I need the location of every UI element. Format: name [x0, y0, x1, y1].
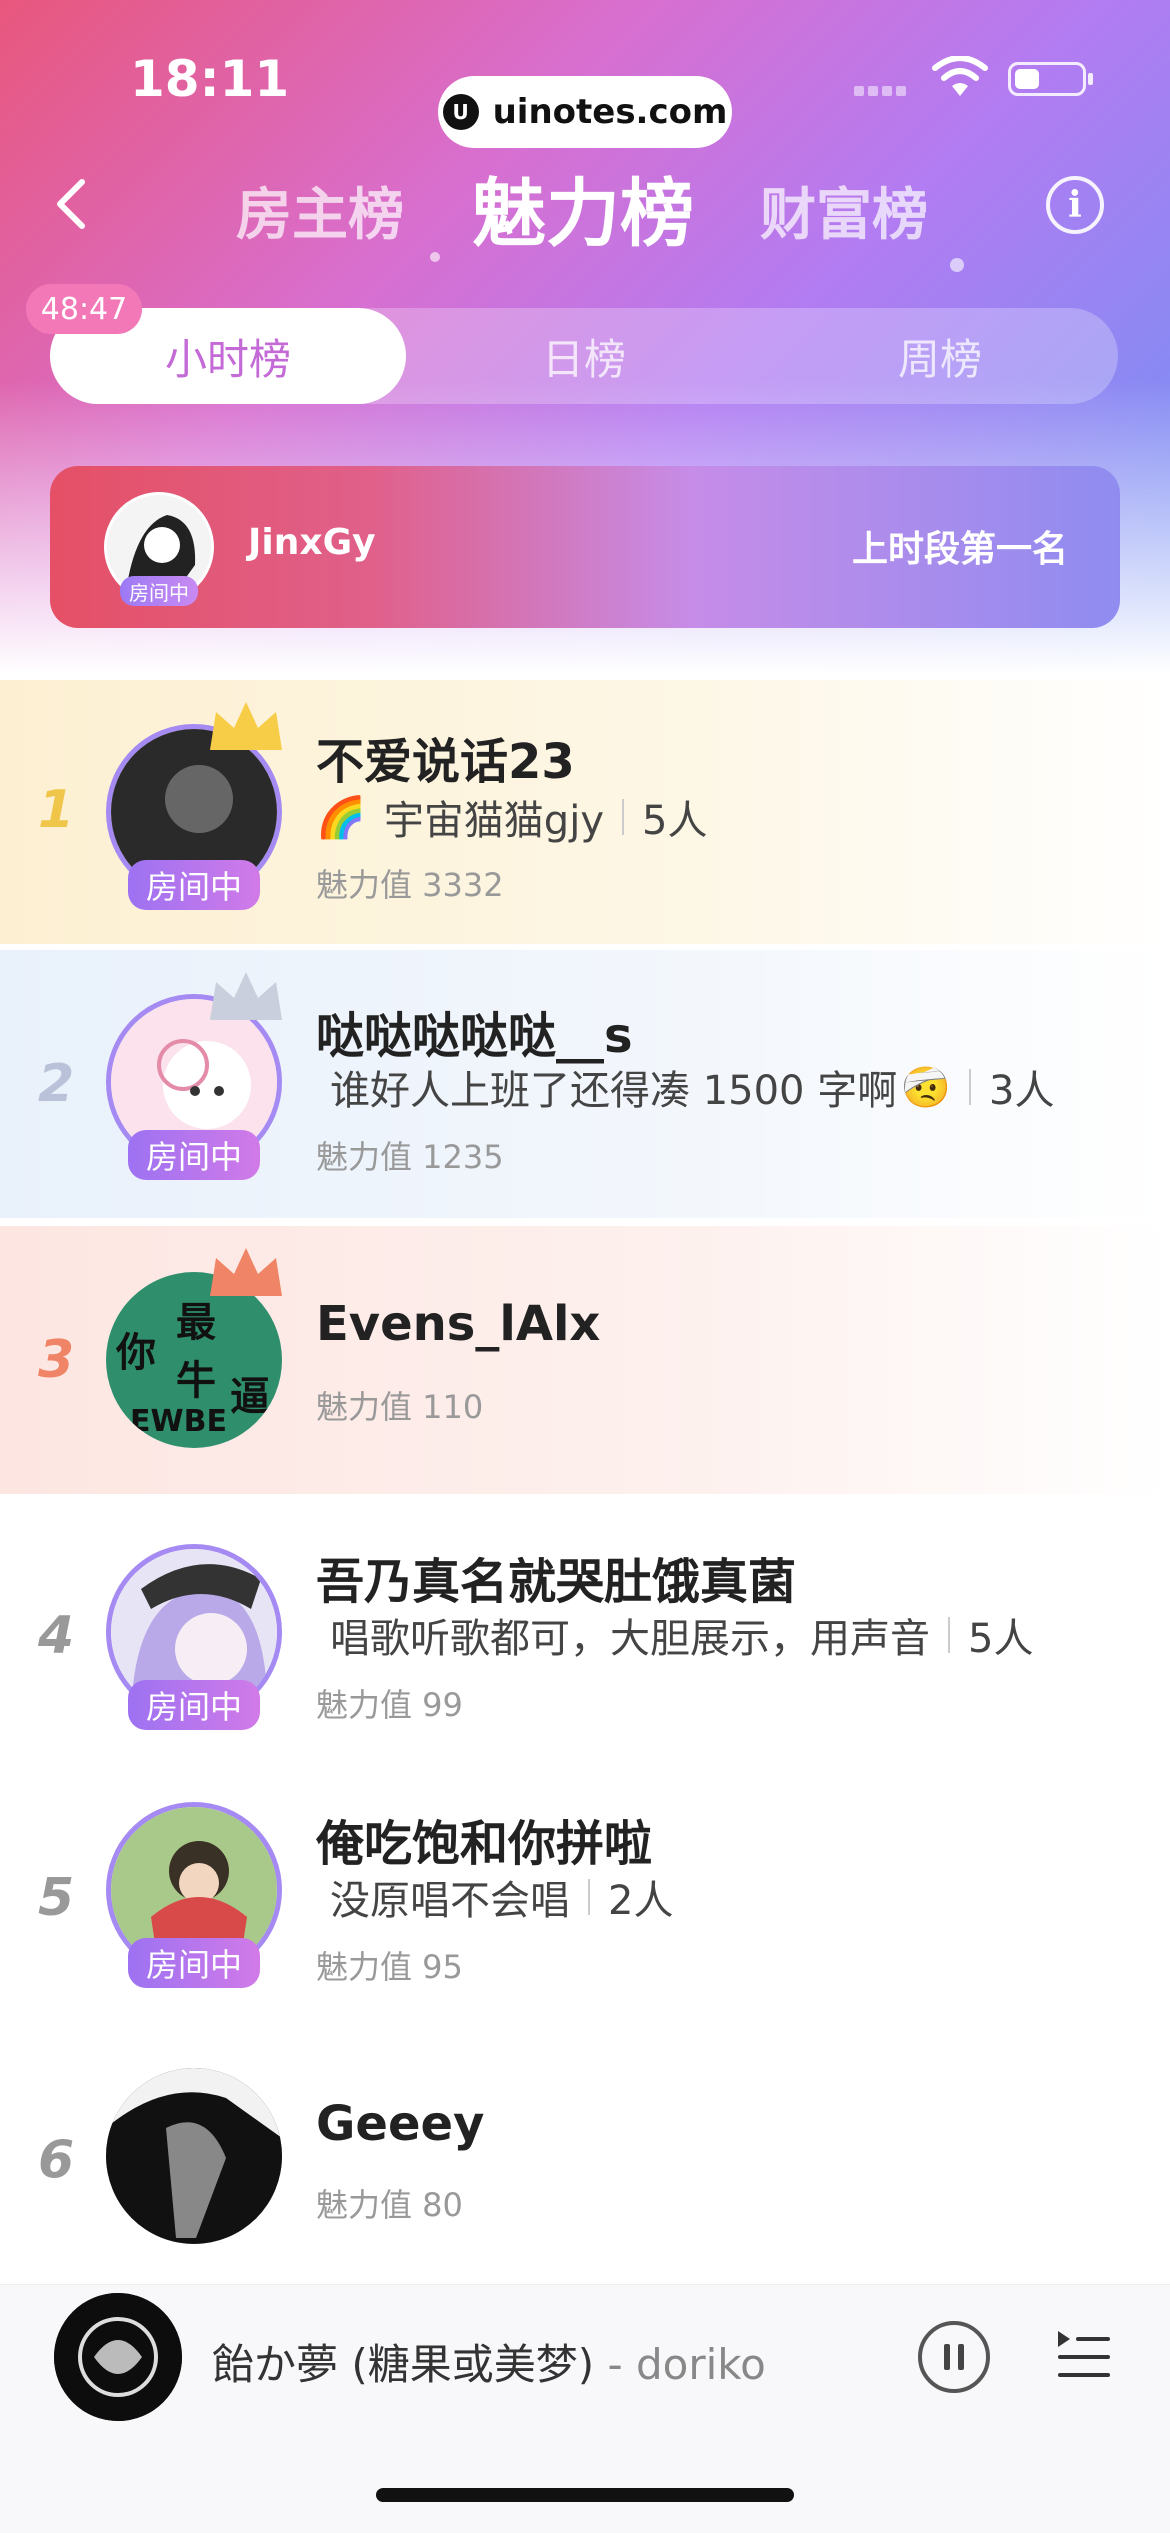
list-item[interactable]: 1 房间中 不爱说话23 🌈 宇宙猫猫gjy 5人 魅力值 3332: [0, 680, 1170, 944]
back-arrow-icon[interactable]: [44, 174, 104, 234]
room-name: 宇宙猫猫gjy: [383, 798, 604, 844]
tab-charm-ranking[interactable]: 魅力榜: [472, 154, 694, 261]
user-name: Geeey: [316, 2096, 485, 2152]
in-room-tag: 房间中: [128, 860, 260, 910]
rank-number: 2: [38, 1054, 75, 1114]
home-indicator[interactable]: [376, 2488, 794, 2502]
wifi-icon: [932, 56, 988, 96]
period-segment-control: 小时榜 日榜 周榜: [50, 308, 1118, 404]
in-room-tag: 房间中: [128, 1130, 260, 1180]
tab-host-ranking[interactable]: 房主榜: [236, 170, 404, 251]
room-count: 5人: [642, 798, 708, 844]
song-name: 飴か夢 (糖果或美梦): [212, 2340, 595, 2389]
pause-icon: [944, 2344, 964, 2370]
list-item[interactable]: 3 你 最 牛 逼 EWBE Evens_lAlx 魅力值 110: [0, 1226, 1170, 1494]
avatar-text: EWBE: [130, 1404, 227, 1439]
face-emoji: 🤕: [901, 1064, 952, 1111]
album-art[interactable]: [54, 2293, 182, 2421]
room-info: 🌈 宇宙猫猫gjy 5人: [316, 788, 707, 846]
avatar-text: 你: [116, 1330, 156, 1376]
user-name: 俺吃饱和你拼啦: [316, 1816, 653, 1872]
playlist-icon[interactable]: [1054, 2325, 1114, 2385]
top-nav: 房主榜 魅力榜 财富榜 i: [0, 150, 1170, 270]
signal-icon: [854, 68, 914, 96]
url-pill-text: uinotes.com: [492, 92, 728, 132]
charm-score: 魅力值 95: [316, 1948, 463, 1986]
status-time: 18:11: [130, 50, 290, 108]
rank-number: 6: [38, 2130, 75, 2190]
divider: [622, 799, 624, 835]
list-item[interactable]: 2 房间中 哒哒哒哒哒__s 谁好人上班了还得凑 1500 字啊 🤕 3人 魅力…: [0, 950, 1170, 1218]
room-count: 5人: [968, 1616, 1034, 1662]
countdown-badge: 48:47: [26, 284, 142, 334]
charm-score: 魅力值 80: [316, 2186, 463, 2224]
divider: [588, 1879, 590, 1915]
divider: [969, 1069, 972, 1105]
segment-weekly[interactable]: 周榜: [762, 308, 1118, 404]
crown-bronze-icon: [210, 1248, 282, 1296]
room-name: 唱歌听歌都可，大胆展示，用声音: [330, 1616, 930, 1662]
divider: [948, 1617, 950, 1653]
banner-rank-label: 上时段第一名: [851, 529, 1068, 570]
url-pill: U uinotes.com: [438, 76, 732, 148]
list-item[interactable]: 6 Geeey 魅力值 80: [0, 2024, 1170, 2284]
charm-score: 魅力值 110: [316, 1388, 484, 1426]
charm-score: 魅力值 1235: [316, 1138, 504, 1176]
uinotes-logo-icon: U: [442, 94, 479, 130]
banner-user-name: JinxGy: [248, 522, 376, 563]
rank-number: 3: [38, 1330, 75, 1390]
in-room-tag: 房间中: [128, 1938, 260, 1988]
avatar-text: 牛: [176, 1358, 216, 1404]
status-bar: 18:11 U uinotes.com: [0, 48, 1170, 148]
pause-button[interactable]: [918, 2321, 990, 2393]
crown-silver-icon: [210, 972, 282, 1020]
room-name: 谁好人上班了还得凑 1500 字啊: [330, 1068, 898, 1114]
user-name: 吾乃真名就哭肚饿真菌: [316, 1554, 797, 1610]
previous-first-banner[interactable]: 房间中 JinxGy 上时段第一名: [50, 466, 1120, 628]
list-item[interactable]: 4 房间中 吾乃真名就哭肚饿真菌 唱歌听歌都可，大胆展示，用声音 5人 魅力值 …: [0, 1500, 1170, 1762]
room-name: 没原唱不会唱: [330, 1878, 570, 1924]
room-info: 谁好人上班了还得凑 1500 字啊 🤕 3人: [316, 1058, 1055, 1116]
rank-number: 1: [38, 780, 75, 840]
rank-number: 5: [38, 1868, 75, 1928]
room-info: 没原唱不会唱 2人: [316, 1868, 673, 1926]
user-name: 哒哒哒哒哒__s: [316, 1008, 633, 1064]
user-name: Evens_lAlx: [316, 1296, 601, 1352]
rank-number: 4: [38, 1606, 75, 1666]
room-count: 2人: [608, 1878, 674, 1924]
avatar-text: 逼: [230, 1374, 270, 1420]
song-title[interactable]: 飴か夢 (糖果或美梦) - doriko: [212, 2331, 766, 2392]
tab-wealth-ranking[interactable]: 财富榜: [760, 170, 928, 251]
crown-gold-icon: [210, 702, 282, 750]
song-artist: - doriko: [594, 2340, 766, 2389]
in-room-tag: 房间中: [128, 1680, 260, 1730]
rainbow-emoji: 🌈: [316, 794, 366, 841]
list-item[interactable]: 5 房间中 俺吃饱和你拼啦 没原唱不会唱 2人 魅力值 95: [0, 1762, 1170, 2024]
user-name: 不爱说话23: [316, 734, 575, 790]
banner-in-room-tag: 房间中: [120, 576, 198, 606]
room-count: 3人: [989, 1068, 1055, 1114]
room-info: 唱歌听歌都可，大胆展示，用声音 5人: [316, 1606, 1033, 1664]
avatar[interactable]: [106, 2068, 282, 2244]
segment-daily[interactable]: 日榜: [406, 308, 762, 404]
battery-icon: [1008, 62, 1093, 96]
info-icon[interactable]: i: [1046, 176, 1104, 234]
charm-score: 魅力值 3332: [316, 866, 504, 904]
charm-score: 魅力值 99: [316, 1686, 463, 1724]
